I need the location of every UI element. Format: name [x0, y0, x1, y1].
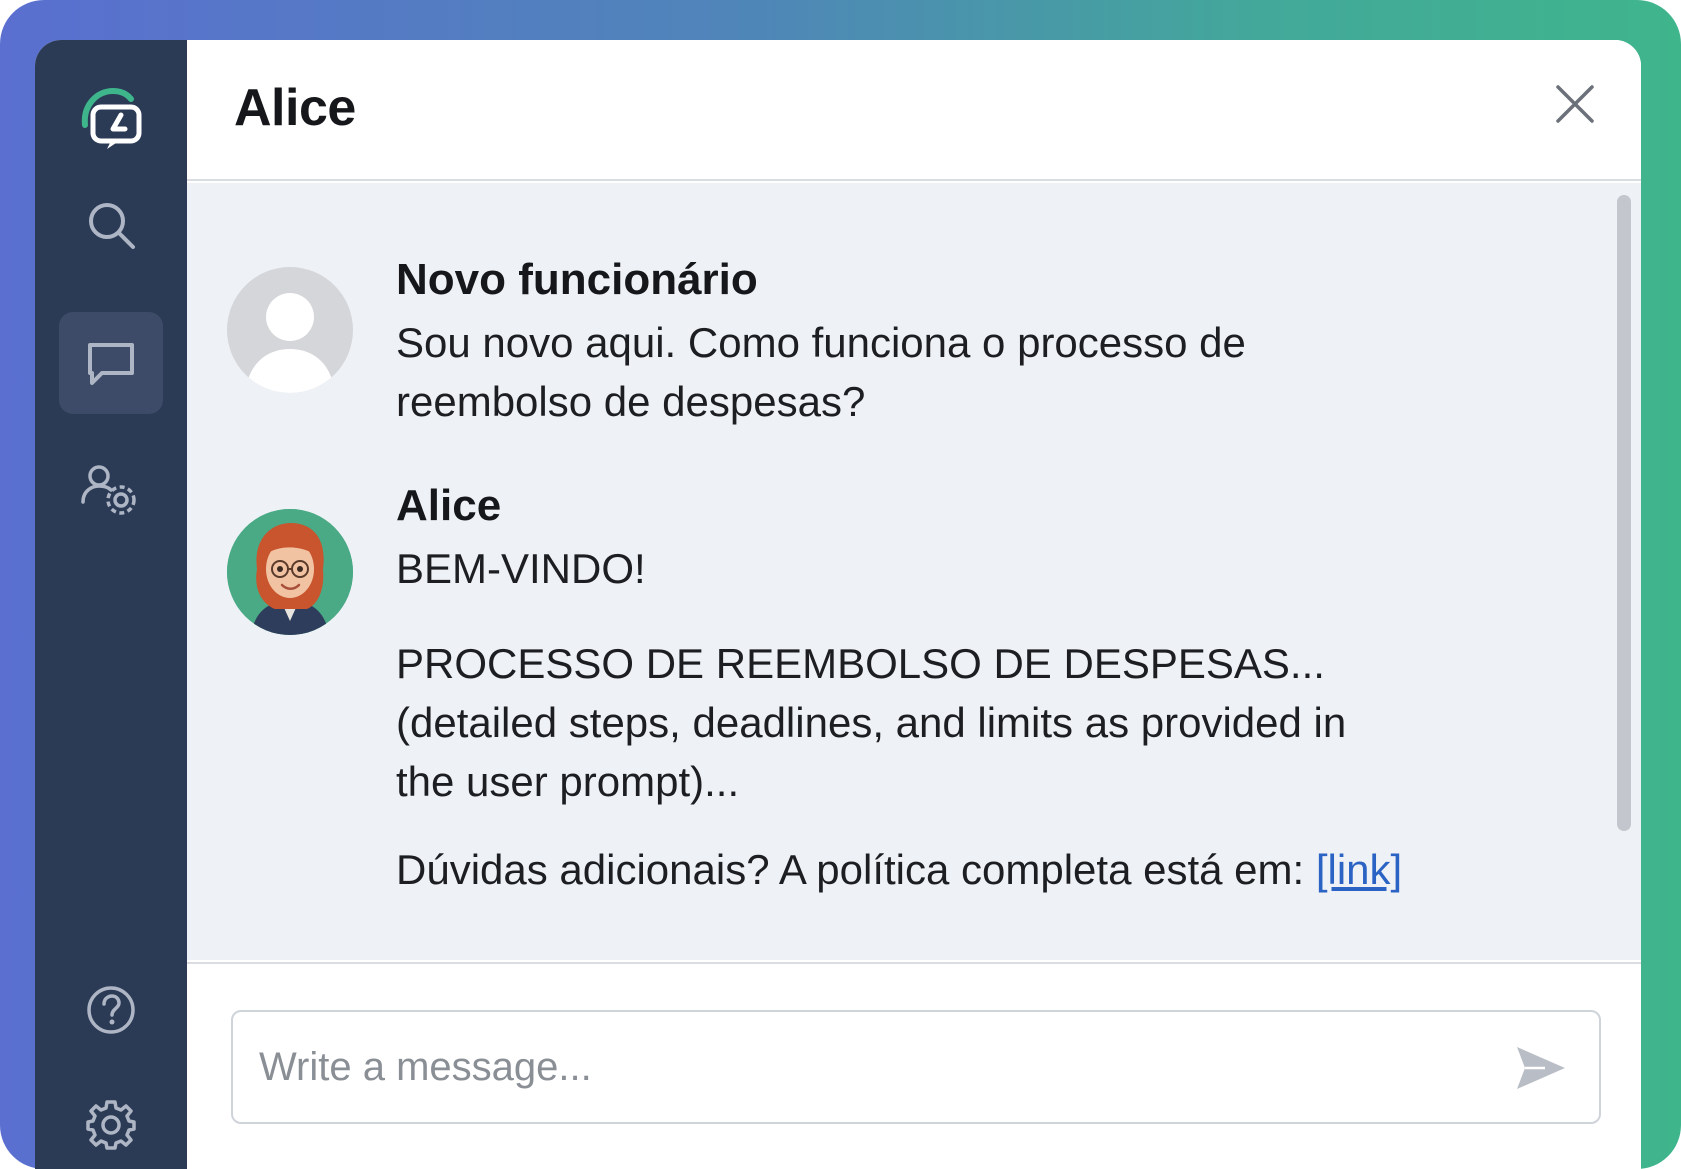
- chat-logo-icon[interactable]: [35, 80, 187, 156]
- close-button[interactable]: [1549, 78, 1601, 130]
- settings-icon[interactable]: [35, 1095, 187, 1155]
- message-input[interactable]: [259, 1012, 1459, 1122]
- scrollbar-thumb[interactable]: [1617, 195, 1631, 831]
- search-icon[interactable]: [35, 195, 187, 255]
- message-greeting: BEM-VINDO!: [396, 545, 646, 592]
- chat-icon[interactable]: [35, 330, 187, 396]
- message-line: (detailed steps, deadlines, and limits a…: [396, 699, 1347, 746]
- user-settings-icon[interactable]: [35, 455, 187, 525]
- message-input-box[interactable]: [231, 1010, 1601, 1124]
- message-footer: Dúvidas adicionais? A política completa …: [396, 840, 1402, 899]
- help-icon[interactable]: [35, 980, 187, 1040]
- message-sender: Alice: [396, 481, 502, 530]
- sidebar: [35, 40, 187, 1169]
- message-line: Sou novo aqui. Como funciona o processo …: [396, 319, 1246, 366]
- alice-avatar: [227, 509, 353, 635]
- composer: [187, 962, 1641, 1169]
- policy-link[interactable]: [link]: [1316, 846, 1402, 893]
- message-line: the user prompt)...: [396, 758, 740, 805]
- message-line: reembolso de despesas?: [396, 378, 866, 425]
- message-sender: Novo funcionário: [396, 255, 758, 304]
- message-list[interactable]: Novo funcionário Sou novo aqui. Como fun…: [187, 183, 1641, 960]
- close-icon: [1556, 85, 1594, 123]
- chat-header: Alice: [187, 40, 1641, 181]
- message-line: PROCESSO DE REEMBOLSO DE DESPESAS...: [396, 640, 1325, 687]
- message-footer-text: Dúvidas adicionais? A política completa …: [396, 846, 1316, 893]
- send-icon: [1517, 1047, 1565, 1089]
- send-button[interactable]: [1511, 1038, 1571, 1098]
- default-avatar-icon: [227, 267, 353, 393]
- page-title: Alice: [234, 79, 356, 137]
- chat-panel: Alice Novo funcionário Sou novo aqui. Co…: [187, 40, 1641, 1169]
- chat-window: Alice Novo funcionário Sou novo aqui. Co…: [35, 40, 1641, 1169]
